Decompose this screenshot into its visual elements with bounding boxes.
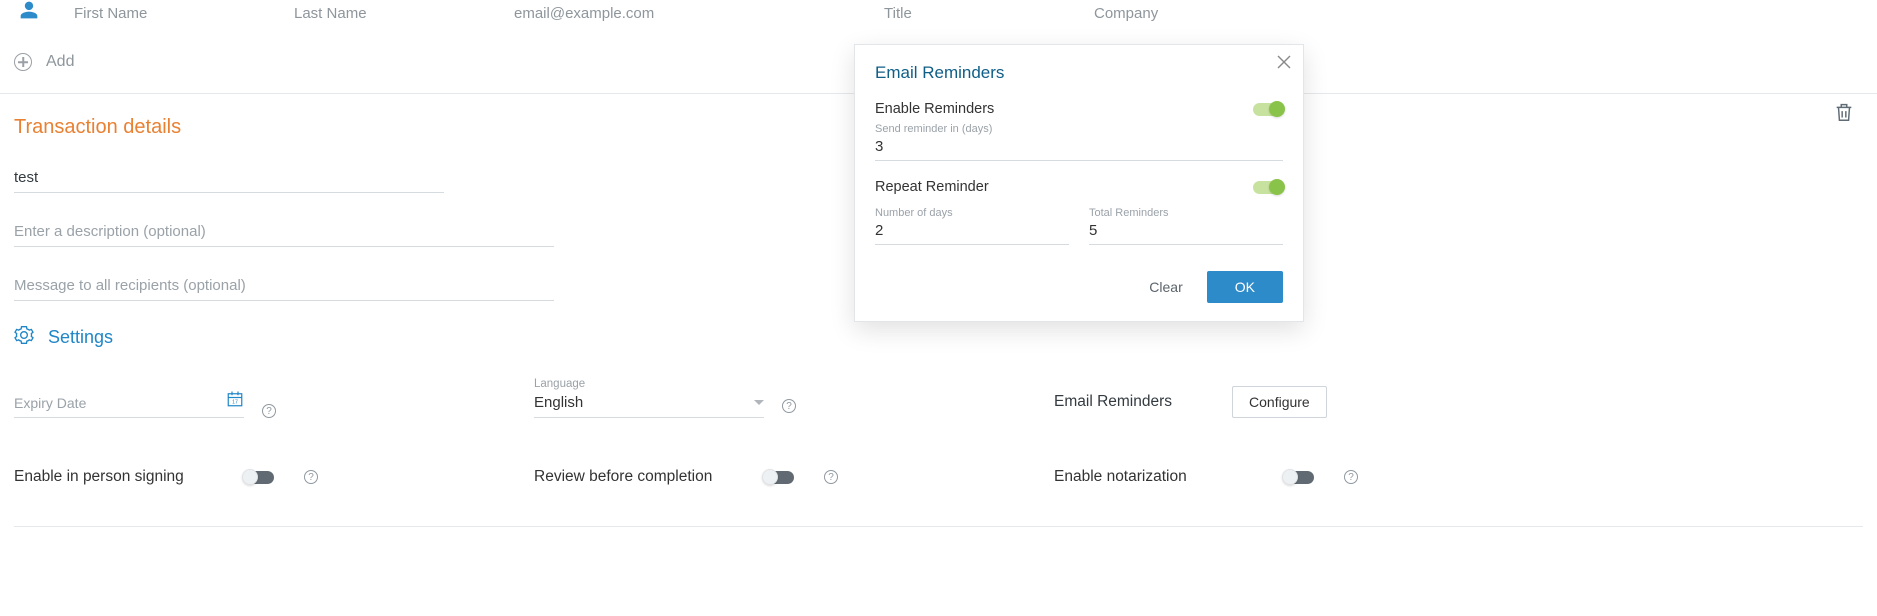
expiry-date-label: Expiry Date [14, 395, 86, 411]
svg-text:17: 17 [232, 400, 238, 406]
add-recipient-button[interactable]: Add [0, 35, 88, 93]
chevron-down-icon [754, 400, 764, 405]
send-in-label: Send reminder in (days) [875, 123, 1283, 135]
last-name-field[interactable]: Last Name [294, 3, 484, 24]
repeat-reminder-block: Repeat Reminder Number of days Total Rem… [875, 179, 1283, 245]
email-field[interactable]: email@example.com [514, 3, 854, 24]
repeat-reminder-label: Repeat Reminder [875, 179, 989, 195]
settings-heading: Settings [14, 325, 1863, 350]
language-select[interactable]: English [534, 394, 764, 418]
expiry-date-field[interactable]: Expiry Date 17 [14, 390, 244, 418]
clear-button[interactable]: Clear [1143, 278, 1188, 296]
enable-reminders-toggle[interactable] [1253, 103, 1283, 116]
enable-reminders-block: Enable Reminders Send reminder in (days) [875, 101, 1283, 161]
language-cell: Language English ? [534, 378, 1054, 418]
num-days-col: Number of days [875, 201, 1069, 245]
recipient-row: First Name Last Name email@example.com T… [0, 0, 1877, 35]
person-icon [14, 0, 44, 26]
language-label: Language [534, 378, 1054, 390]
in-person-toggle[interactable] [244, 471, 274, 484]
expiry-help-icon[interactable]: ? [262, 404, 276, 418]
repeat-reminder-toggle[interactable] [1253, 181, 1283, 194]
review-label: Review before completion [534, 468, 734, 486]
num-days-label: Number of days [875, 207, 1069, 219]
in-person-cell: Enable in person signing ? [14, 468, 534, 486]
email-reminders-cell: Email Reminders Configure [1054, 386, 1863, 418]
popover-actions: Clear OK [875, 271, 1283, 303]
page: First Name Last Name email@example.com T… [0, 0, 1877, 527]
popover-title: Email Reminders [875, 63, 1283, 83]
email-reminders-popover: Email Reminders Enable Reminders Send re… [854, 44, 1304, 322]
total-input[interactable] [1089, 219, 1283, 245]
close-icon[interactable] [1277, 55, 1291, 72]
transaction-name-input[interactable] [14, 163, 444, 193]
ok-button[interactable]: OK [1207, 271, 1283, 303]
plus-circle-icon [14, 53, 32, 71]
notarization-help-icon[interactable]: ? [1344, 470, 1358, 484]
settings-grid: Expiry Date 17 ? [14, 378, 1863, 526]
in-person-label: Enable in person signing [14, 468, 214, 486]
notarization-label: Enable notarization [1054, 468, 1254, 486]
delete-button[interactable] [1833, 100, 1855, 129]
review-cell: Review before completion ? [534, 468, 1054, 486]
email-reminders-label: Email Reminders [1054, 393, 1172, 411]
send-in-input[interactable] [875, 135, 1283, 161]
divider-bottom [14, 526, 1863, 527]
review-toggle[interactable] [764, 471, 794, 484]
settings-heading-label: Settings [48, 327, 113, 348]
add-label: Add [46, 53, 74, 71]
transaction-description-input[interactable] [14, 217, 554, 247]
calendar-icon: 17 [226, 390, 244, 411]
review-help-icon[interactable]: ? [824, 470, 838, 484]
gear-icon [14, 325, 34, 350]
company-field[interactable]: Company [1094, 3, 1294, 24]
language-help-icon[interactable]: ? [782, 399, 796, 413]
enable-reminders-label: Enable Reminders [875, 101, 994, 117]
in-person-help-icon[interactable]: ? [304, 470, 318, 484]
configure-button[interactable]: Configure [1232, 386, 1327, 418]
title-field[interactable]: Title [884, 3, 1064, 24]
first-name-field[interactable]: First Name [74, 3, 264, 24]
total-label: Total Reminders [1089, 207, 1283, 219]
transaction-message-input[interactable] [14, 271, 554, 301]
notarization-cell: Enable notarization ? [1054, 468, 1863, 486]
notarization-toggle[interactable] [1284, 471, 1314, 484]
language-value: English [534, 394, 583, 411]
expiry-cell: Expiry Date 17 ? [14, 390, 534, 418]
total-col: Total Reminders [1089, 201, 1283, 245]
num-days-input[interactable] [875, 219, 1069, 245]
